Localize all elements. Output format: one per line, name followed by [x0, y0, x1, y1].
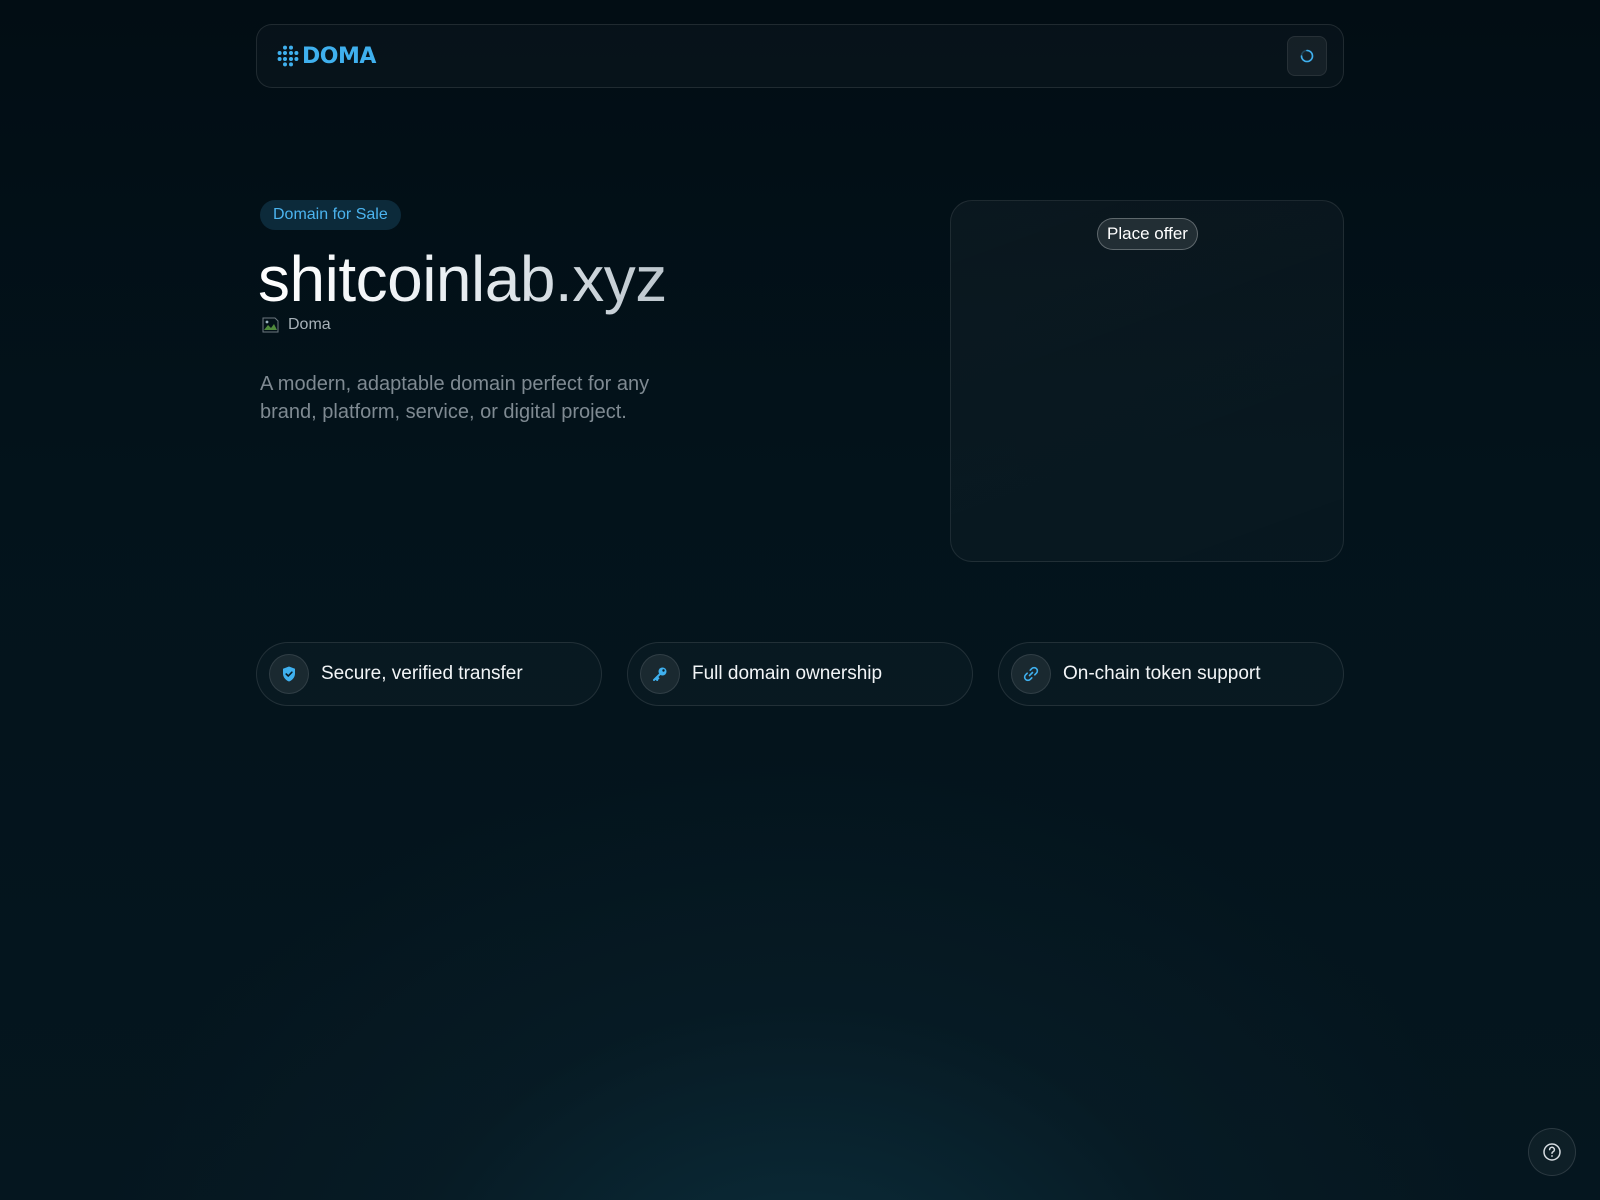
help-circle-icon [1543, 1143, 1561, 1161]
loading-spinner-icon [1300, 49, 1314, 63]
logo-text: DOMA [302, 43, 376, 69]
doma-logo[interactable]: DOMA [277, 44, 376, 69]
feature-label: Full domain ownership [692, 663, 883, 684]
doma-logo-icon [277, 45, 299, 67]
feature-label: Secure, verified transfer [321, 663, 523, 684]
broken-image-icon [262, 317, 280, 333]
domain-for-sale-badge: Domain for Sale [260, 200, 401, 230]
shield-check-icon [269, 654, 309, 694]
feature-secure-transfer: Secure, verified transfer [256, 642, 602, 706]
top-nav-bar: DOMA [256, 24, 1344, 88]
offer-card: Place offer [950, 200, 1344, 562]
domain-description: A modern, adaptable domain perfect for a… [260, 373, 650, 423]
feature-full-ownership: Full domain ownership [627, 642, 973, 706]
key-icon [640, 654, 680, 694]
wallet-connect-button[interactable] [1287, 36, 1327, 76]
place-offer-button[interactable]: Place offer [1097, 218, 1198, 250]
registrar-info: Doma [262, 316, 331, 334]
features-row: Secure, verified transfer Full domain ow… [256, 642, 1344, 706]
registrar-name: Doma [288, 316, 331, 333]
feature-label: On-chain token support [1063, 663, 1261, 684]
link-icon [1011, 654, 1051, 694]
domain-name-title: shitcoinlab.xyz [258, 240, 667, 318]
feature-onchain-token: On-chain token support [998, 642, 1344, 706]
help-button[interactable] [1528, 1128, 1576, 1176]
